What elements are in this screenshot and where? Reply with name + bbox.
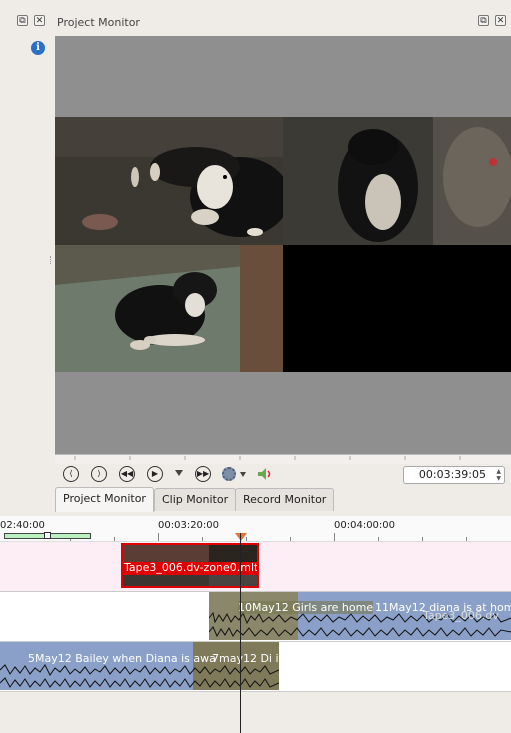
ruler-label: 00:03:20:00 <box>158 520 220 531</box>
close-icon[interactable]: ✕ <box>34 15 45 26</box>
timecode-spinner[interactable]: ▲ ▼ <box>496 468 501 482</box>
ruler-label: 02:40:00 <box>0 520 45 531</box>
gear-icon[interactable] <box>222 467 236 481</box>
monitor-ruler[interactable] <box>55 454 511 464</box>
play-options-chevron-icon[interactable] <box>175 470 183 476</box>
video-track[interactable]: Tape3_006.dv-zone0.mlt <box>0 542 511 592</box>
video-quadrant-top-left <box>55 117 283 245</box>
rewind-icon[interactable]: ◀◀ <box>119 466 135 482</box>
video-clip[interactable]: Tape3_006.dv-zone0.mlt <box>121 543 259 588</box>
clip-title: Tape3_006.dv <box>423 609 499 622</box>
timecode-field[interactable]: 00:03:39:05 ▲ ▼ <box>403 466 505 484</box>
float-icon[interactable]: ⧉ <box>17 15 28 26</box>
zone-end-icon[interactable]: ⟩ <box>91 466 107 482</box>
close-icon[interactable]: ✕ <box>495 15 506 26</box>
clip-title: 5May12 Bailey when Diana is awa <box>28 652 216 665</box>
tab-record-monitor[interactable]: Record Monitor <box>235 488 335 511</box>
gear-chevron-down-icon[interactable] <box>240 472 246 477</box>
video-frame <box>55 117 511 372</box>
audio-track-1[interactable]: 10May12 Girls are home 11May12 diana is … <box>0 592 511 642</box>
timeline-ruler[interactable]: 02:40:00 00:03:20:00 00:04:00:00 <box>0 516 511 542</box>
playhead-line[interactable] <box>240 533 241 733</box>
info-icon[interactable]: i <box>31 41 45 55</box>
zone-start-icon[interactable]: ⟨ <box>63 466 79 482</box>
volume-icon[interactable] <box>256 466 272 482</box>
tab-clip-monitor[interactable]: Clip Monitor <box>154 488 237 511</box>
forward-icon[interactable]: ▶▶ <box>195 466 211 482</box>
clip-title: 7may12 Di is <box>212 652 278 665</box>
project-monitor-view[interactable] <box>55 36 511 461</box>
panel-title: Project Monitor <box>57 16 140 29</box>
clip-title: 10May12 Girls are home <box>238 601 374 614</box>
zone-handle[interactable] <box>44 532 51 539</box>
splitter-handle[interactable] <box>50 256 54 264</box>
timeline-empty-area[interactable] <box>0 692 511 733</box>
video-quadrant-bottom-right <box>283 245 511 372</box>
float-icon[interactable]: ⧉ <box>478 15 489 26</box>
audio-track-2[interactable]: 5May12 Bailey when Diana is awa 7may12 D… <box>0 642 511 692</box>
video-quadrant-top-right <box>283 117 511 245</box>
audio-waveform <box>0 664 279 688</box>
timecode-value: 00:03:39:05 <box>418 468 486 481</box>
video-quadrant-bottom-left <box>55 245 283 372</box>
tab-project-monitor[interactable]: Project Monitor <box>55 487 154 512</box>
clip-title: Tape3_006.dv-zone0.mlt <box>124 561 259 574</box>
play-icon[interactable]: ▶ <box>147 466 163 482</box>
ruler-label: 00:04:00:00 <box>334 520 396 531</box>
playhead-marker[interactable] <box>235 533 247 541</box>
